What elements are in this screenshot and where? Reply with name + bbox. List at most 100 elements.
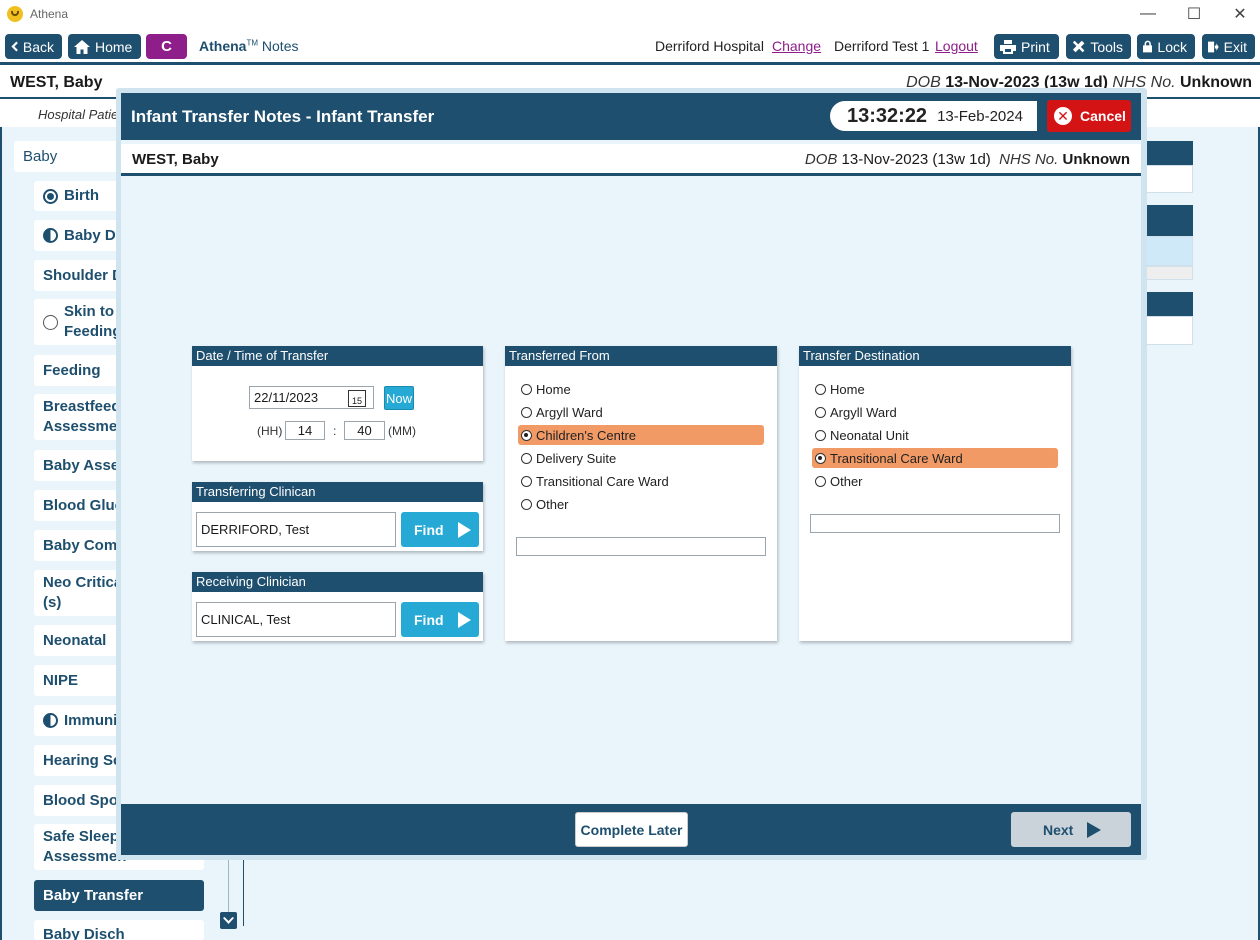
sidebar-item-labels: Safe Sleepi Assessmen: [43, 827, 126, 867]
option-label: Neonatal Unit: [830, 427, 909, 443]
exit-label: Exit: [1223, 38, 1247, 55]
current-date: 13-Feb-2024: [937, 107, 1023, 125]
from-option-home[interactable]: Home: [518, 379, 764, 399]
from-option-childrens-centre[interactable]: Children's Centre: [518, 425, 764, 445]
lock-icon: [1143, 40, 1153, 53]
tools-button[interactable]: Tools: [1066, 34, 1131, 59]
from-option-argyll-ward[interactable]: Argyll Ward: [518, 402, 764, 422]
sidebar-item-label: (s): [43, 594, 62, 611]
transfer-destination-panel: Transfer Destination Home Argyll Ward Ne…: [799, 346, 1071, 641]
cancel-button[interactable]: ✕ Cancel: [1047, 100, 1131, 132]
transferring-clinician-header: Transferring Clinican: [192, 482, 483, 502]
next-button[interactable]: Next: [1011, 812, 1131, 847]
hh-label: (HH): [257, 424, 283, 438]
home-button[interactable]: Home: [68, 34, 141, 59]
dest-option-home[interactable]: Home: [812, 379, 1058, 399]
app-brand: AthenaTM Notes: [199, 38, 298, 54]
radio-selected-icon: [815, 452, 826, 464]
radio-icon: [521, 406, 532, 418]
background-panel-header: [1140, 205, 1193, 236]
app-toolbar: Back Home C AthenaTM Notes Derriford Hos…: [0, 28, 1260, 65]
transfer-date-value: 22/11/2023: [254, 390, 319, 405]
option-label: Transitional Care Ward: [536, 473, 669, 489]
dest-option-transitional-care[interactable]: Transitional Care Ward: [812, 448, 1058, 468]
now-button[interactable]: Now: [384, 386, 414, 410]
option-label: Transitional Care Ward: [830, 450, 963, 466]
background-panel-row: [1140, 236, 1193, 266]
exit-button[interactable]: Exit: [1202, 34, 1255, 59]
radio-icon: [521, 498, 532, 510]
athena-logo-icon: [7, 6, 23, 22]
datetime-panel-header: Date / Time of Transfer: [192, 346, 483, 366]
play-arrow-icon: [457, 611, 471, 628]
find-label: Find: [414, 521, 444, 538]
user-name: Derriford Test 1: [834, 38, 930, 54]
transferred-from-panel: Transferred From Home Argyll Ward Childr…: [505, 346, 777, 641]
transferring-clinician-input[interactable]: DERRIFORD, Test: [196, 512, 396, 547]
from-option-other[interactable]: Other: [518, 494, 764, 514]
find-transferring-clinician-button[interactable]: Find: [401, 512, 479, 547]
dialog-footer: Complete Later Next: [121, 804, 1141, 855]
sidebar-item-label: Assessmen: [43, 848, 127, 865]
dest-other-input[interactable]: [810, 514, 1060, 533]
radio-icon: [815, 383, 826, 395]
maximize-button[interactable]: ☐: [1171, 0, 1217, 28]
dialog-body: Infant Transfer Notes - Infant Transfer …: [121, 93, 1141, 855]
dest-option-neonatal-unit[interactable]: Neonatal Unit: [812, 425, 1058, 445]
hospital-patient-label: Hospital Patie: [38, 107, 119, 122]
play-arrow-icon: [1087, 821, 1102, 838]
dob-label: DOB: [804, 151, 838, 168]
print-button[interactable]: Print: [994, 34, 1059, 59]
minimize-button[interactable]: —: [1125, 0, 1171, 28]
home-icon: [74, 39, 90, 54]
back-button[interactable]: Back: [5, 34, 62, 59]
hour-input[interactable]: 14: [285, 421, 325, 440]
tools-icon: [1072, 40, 1085, 53]
nhs-value: Unknown: [1062, 151, 1131, 168]
change-hospital-link[interactable]: Change: [772, 38, 821, 54]
radio-icon: [521, 452, 532, 464]
dest-option-other[interactable]: Other: [812, 471, 1058, 491]
sidebar-item-labels: Breastfeedi Assessmen: [43, 397, 126, 437]
sidebar-item-baby-discharge[interactable]: Baby Disch: [34, 920, 204, 940]
brand-notes: Notes: [258, 38, 299, 54]
sidebar-item-labels: Neo Critica (s): [43, 573, 122, 613]
find-receiving-clinician-button[interactable]: Find: [401, 602, 479, 637]
from-option-transitional-care[interactable]: Transitional Care Ward: [518, 471, 764, 491]
sidebar-item-label: Blood Gluc: [43, 496, 123, 514]
patient-name: WEST, Baby: [132, 151, 219, 168]
sidebar-item-label: Birth: [64, 187, 99, 204]
transfer-destination-header: Transfer Destination: [799, 346, 1071, 366]
exit-icon: [1208, 41, 1219, 52]
receiving-clinician-input[interactable]: CLINICAL, Test: [196, 602, 396, 637]
cancel-label: Cancel: [1080, 108, 1126, 124]
sidebar-item-label: Baby Disch: [43, 926, 125, 940]
incomplete-status-icon: [43, 314, 58, 330]
logout-link[interactable]: Logout: [935, 38, 978, 54]
sidebar-item-label: Assessmen: [43, 418, 127, 435]
minute-input[interactable]: 40: [344, 421, 385, 440]
nhs-value: Unknown: [1180, 74, 1252, 91]
sidebar-item-label: Feeding: [43, 361, 101, 379]
calendar-icon[interactable]: 15: [348, 390, 366, 407]
receiving-clinician-panel: Receiving Clinician CLINICAL, Test Find: [192, 572, 483, 641]
from-other-input[interactable]: [516, 537, 766, 556]
find-label: Find: [414, 611, 444, 628]
scroll-down-button[interactable]: [220, 912, 237, 929]
dob-value: 13-Nov-2023 (13w 1d): [841, 151, 991, 168]
option-label: Home: [536, 381, 571, 397]
close-icon: ✕: [1054, 107, 1072, 125]
sidebar-item-baby-transfer[interactable]: Baby Transfer: [34, 880, 204, 911]
radio-selected-icon: [521, 429, 532, 441]
close-window-button[interactable]: ✕: [1217, 0, 1260, 28]
background-panel-row: [1140, 266, 1193, 280]
partial-status-icon: [43, 713, 58, 728]
option-label: Other: [830, 473, 863, 489]
complete-later-button[interactable]: Complete Later: [575, 812, 688, 847]
from-option-delivery-suite[interactable]: Delivery Suite: [518, 448, 764, 468]
dest-option-argyll-ward[interactable]: Argyll Ward: [812, 402, 1058, 422]
module-c-button[interactable]: C: [146, 34, 187, 59]
sidebar-item-label: Blood Spot: [43, 791, 123, 809]
print-label: Print: [1021, 38, 1050, 55]
lock-button[interactable]: Lock: [1137, 34, 1195, 59]
